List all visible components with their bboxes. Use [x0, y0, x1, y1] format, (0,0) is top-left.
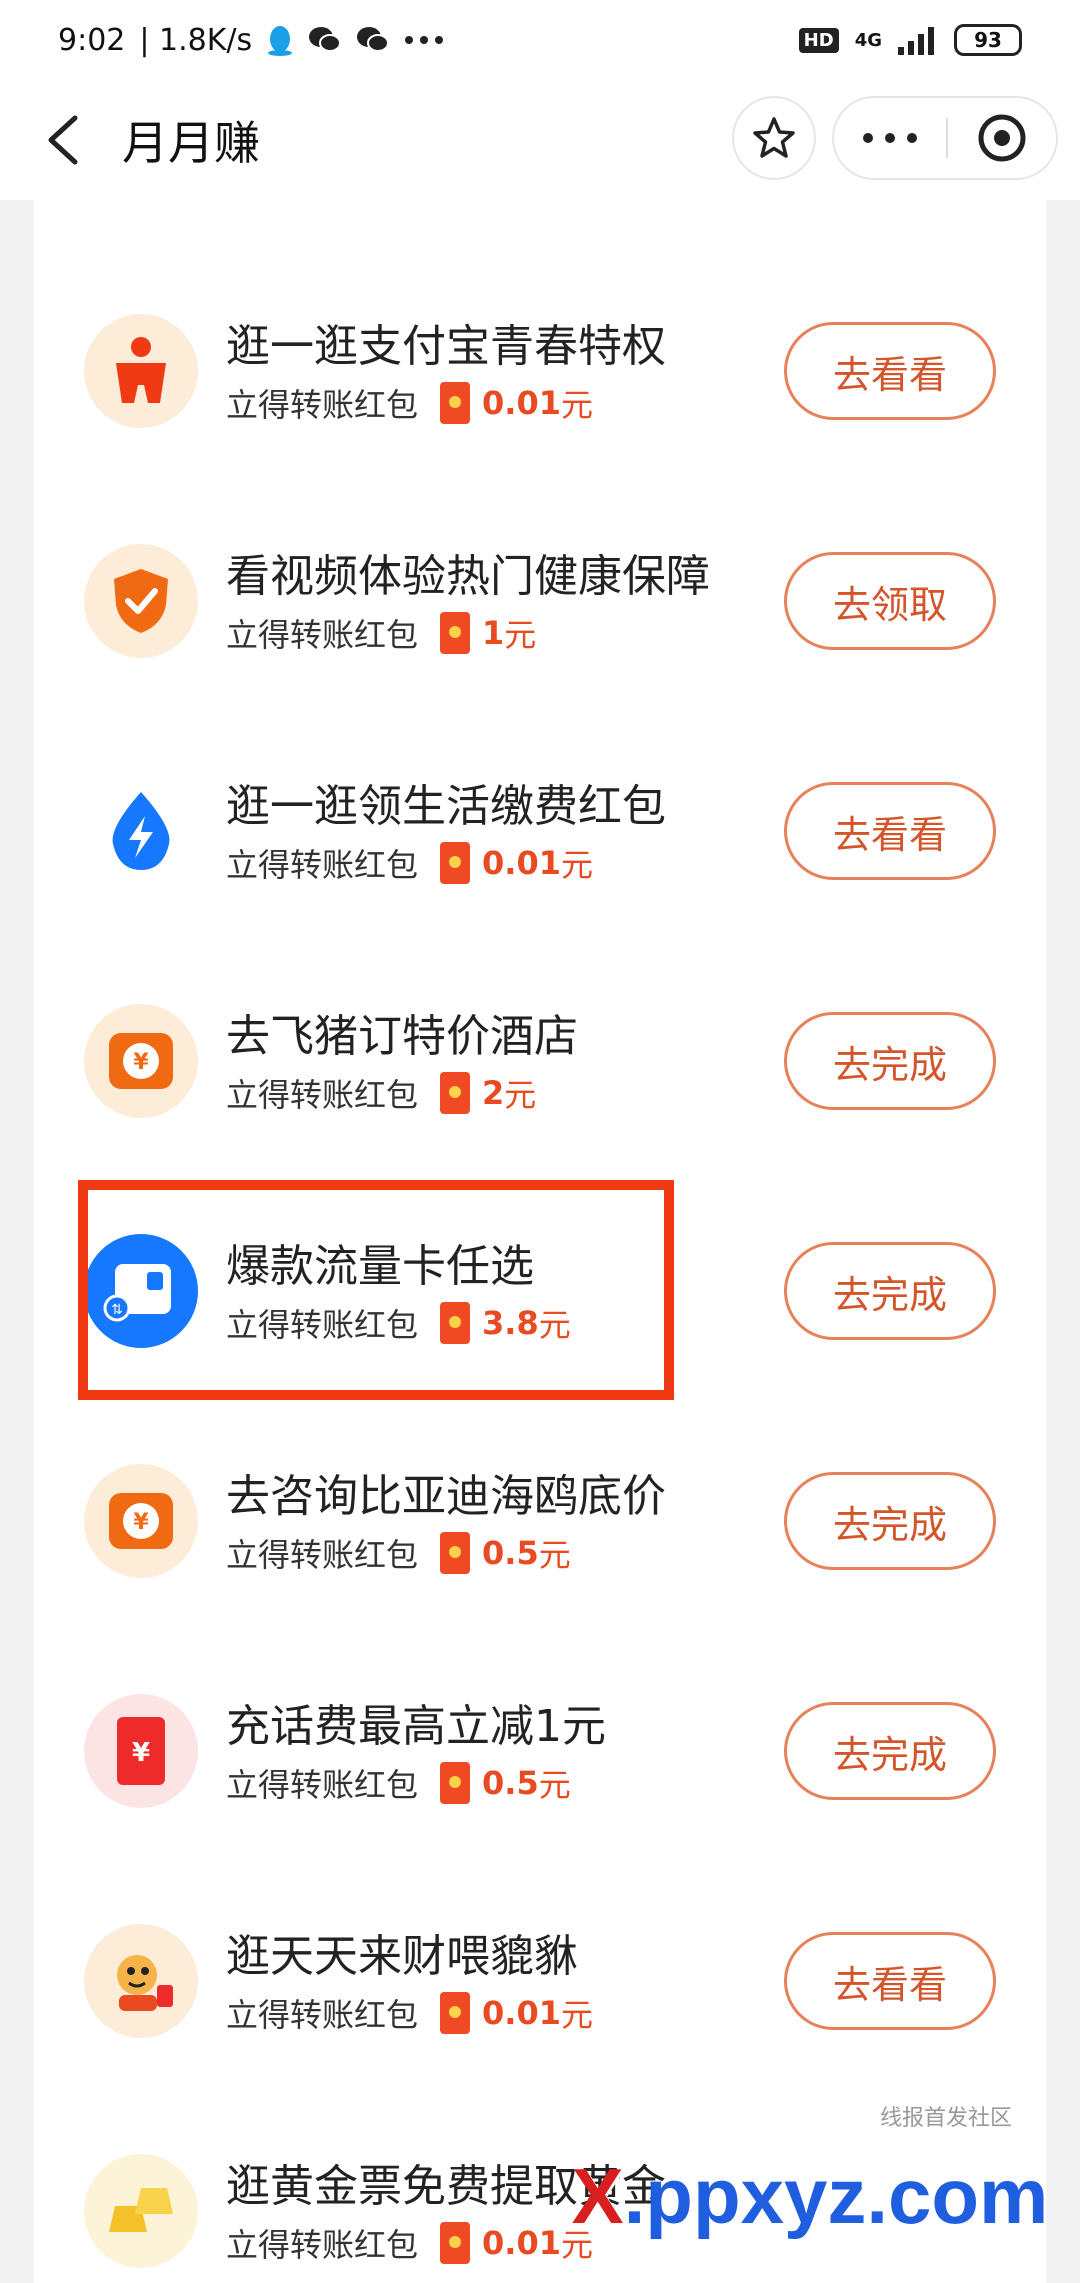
highlight-annotation-box	[78, 1180, 674, 1400]
reward-amount: 0.01	[482, 384, 561, 422]
task-reward-line: 立得转账红包 1元	[226, 610, 536, 656]
task-subtitle: 立得转账红包	[226, 386, 419, 424]
task-reward-line: 立得转账红包 0.01 元	[226, 840, 593, 886]
red-packet-icon	[440, 382, 471, 424]
gold-bar-icon	[84, 2154, 198, 2268]
network-type: 4G	[854, 29, 882, 51]
task-subtitle: 立得转账红包	[226, 1766, 419, 1804]
mini-program-capsule	[832, 96, 1058, 180]
status-bar: 9:02 | 1.8K/s HD 4G 93	[0, 0, 1080, 80]
signal-icon	[898, 25, 938, 55]
reward-amount: 0.5	[482, 1764, 539, 1802]
pixiu-icon	[84, 1924, 198, 2038]
task-subtitle: 立得转账红包	[226, 1996, 419, 2034]
task-reward-line: 立得转账红包 0.01 元	[226, 1990, 593, 2036]
lightning-drop-icon	[84, 774, 198, 888]
reward-unit: 元	[538, 1536, 571, 1574]
more-button[interactable]	[834, 98, 946, 178]
reward-unit: 元	[560, 846, 593, 884]
status-net-speed: | 1.8K/s	[139, 22, 253, 58]
action-button[interactable]: 去看看	[784, 1932, 996, 2030]
red-envelope-icon: ¥	[84, 1694, 198, 1808]
star-icon	[753, 117, 795, 158]
watermark-text: .ppxyz.com	[623, 2151, 1049, 2240]
action-button[interactable]: 去完成	[784, 1242, 996, 1340]
yuan-wallet-icon: ¥	[84, 1464, 198, 1578]
favorite-button[interactable]	[732, 96, 816, 180]
task-reward-line: 立得转账红包 0.01 元	[226, 2220, 593, 2266]
red-packet-icon	[440, 1072, 471, 1114]
task-title: 充话费最高立减1元	[226, 1701, 606, 1752]
reward-amount: 2	[482, 1074, 505, 1112]
more-notifications-icon	[404, 35, 444, 45]
svg-text:¥: ¥	[133, 1050, 149, 1075]
youth-privilege-icon	[84, 314, 198, 428]
task-title: 去飞猪订特价酒店	[226, 1011, 578, 1062]
red-packet-icon	[440, 2222, 471, 2264]
action-button[interactable]: 去完成	[784, 1012, 996, 1110]
shield-check-icon	[84, 544, 198, 658]
reward-unit: 元	[504, 1076, 537, 1114]
reward-unit: 元	[560, 1996, 593, 2034]
reward-unit: 元	[538, 1766, 571, 1804]
battery-indicator: 93	[954, 24, 1022, 56]
task-subtitle: 立得转账红包	[226, 1076, 419, 1114]
red-packet-icon	[440, 612, 471, 654]
wechat-icon	[308, 25, 342, 55]
svg-text:¥: ¥	[132, 1738, 150, 1768]
reward-amount: 0.5	[482, 1534, 539, 1572]
action-button[interactable]: 去完成	[784, 1472, 996, 1570]
task-item: 逛一逛支付宝青春特权 立得转账红包 0.01 元 去看看	[34, 300, 1046, 530]
task-reward-line: 立得转账红包 0.01 元	[226, 380, 593, 426]
reward-amount: 1	[482, 614, 505, 652]
task-title: 逛一逛领生活缴费红包	[226, 781, 666, 832]
task-item: 逛一逛领生活缴费红包 立得转账红包 0.01 元 去看看	[34, 760, 1046, 990]
task-title: 逛一逛支付宝青春特权	[226, 321, 666, 372]
reward-unit: 元	[504, 616, 537, 654]
back-button[interactable]	[22, 100, 102, 180]
task-item: ¥ 去咨询比亚迪海鸥底价 立得转账红包 0.5 元 去完成	[34, 1450, 1046, 1680]
action-button[interactable]: 去看看	[784, 782, 996, 880]
task-subtitle: 立得转账红包	[226, 1536, 419, 1574]
reward-amount: 0.01	[482, 2224, 561, 2262]
svg-text:¥: ¥	[133, 1510, 149, 1535]
task-title: 看视频体验热门健康保障	[226, 551, 710, 602]
task-reward-line: 立得转账红包 0.5 元	[226, 1760, 571, 1806]
site-watermark: X .ppxyz.com	[560, 2146, 1060, 2246]
task-item: 看视频体验热门健康保障 立得转账红包 1元 去领取	[34, 530, 1046, 760]
red-packet-icon	[440, 1762, 471, 1804]
task-title: 去咨询比亚迪海鸥底价	[226, 1471, 666, 1522]
more-icon	[863, 133, 917, 143]
action-button[interactable]: 去完成	[784, 1702, 996, 1800]
task-item: ¥ 充话费最高立减1元 立得转账红包 0.5 元 去完成	[34, 1680, 1046, 1910]
task-title: 逛天天来财喂貔貅	[226, 1931, 578, 1982]
chevron-left-icon	[48, 115, 78, 165]
close-mini-program-button[interactable]	[948, 98, 1056, 178]
action-button[interactable]: 去领取	[784, 552, 996, 650]
page-title: 月月赚	[122, 116, 260, 170]
nav-bar: 月月赚	[0, 80, 1080, 200]
red-packet-icon	[440, 1992, 471, 2034]
task-subtitle: 立得转账红包	[226, 846, 419, 884]
reward-amount: 0.01	[482, 1994, 561, 2032]
task-reward-line: 立得转账红包 0.5 元	[226, 1530, 571, 1576]
red-packet-icon	[440, 842, 471, 884]
watermark-caption: 线报首发社区	[880, 2106, 1013, 2131]
wechat-icon-2	[356, 25, 390, 55]
reward-unit: 元	[560, 386, 593, 424]
task-reward-line: 立得转账红包 2元	[226, 1070, 536, 1116]
hd-badge: HD	[798, 27, 839, 53]
task-subtitle: 立得转账红包	[226, 616, 419, 654]
target-close-icon	[978, 114, 1026, 162]
action-button[interactable]: 去看看	[784, 322, 996, 420]
yuan-wallet-icon: ¥	[84, 1004, 198, 1118]
task-subtitle: 立得转账红包	[226, 2226, 419, 2264]
qq-icon	[266, 23, 294, 57]
red-packet-icon	[440, 1532, 471, 1574]
watermark-prefix: X	[571, 2151, 624, 2240]
reward-amount: 0.01	[482, 844, 561, 882]
status-time: 9:02	[58, 22, 126, 58]
